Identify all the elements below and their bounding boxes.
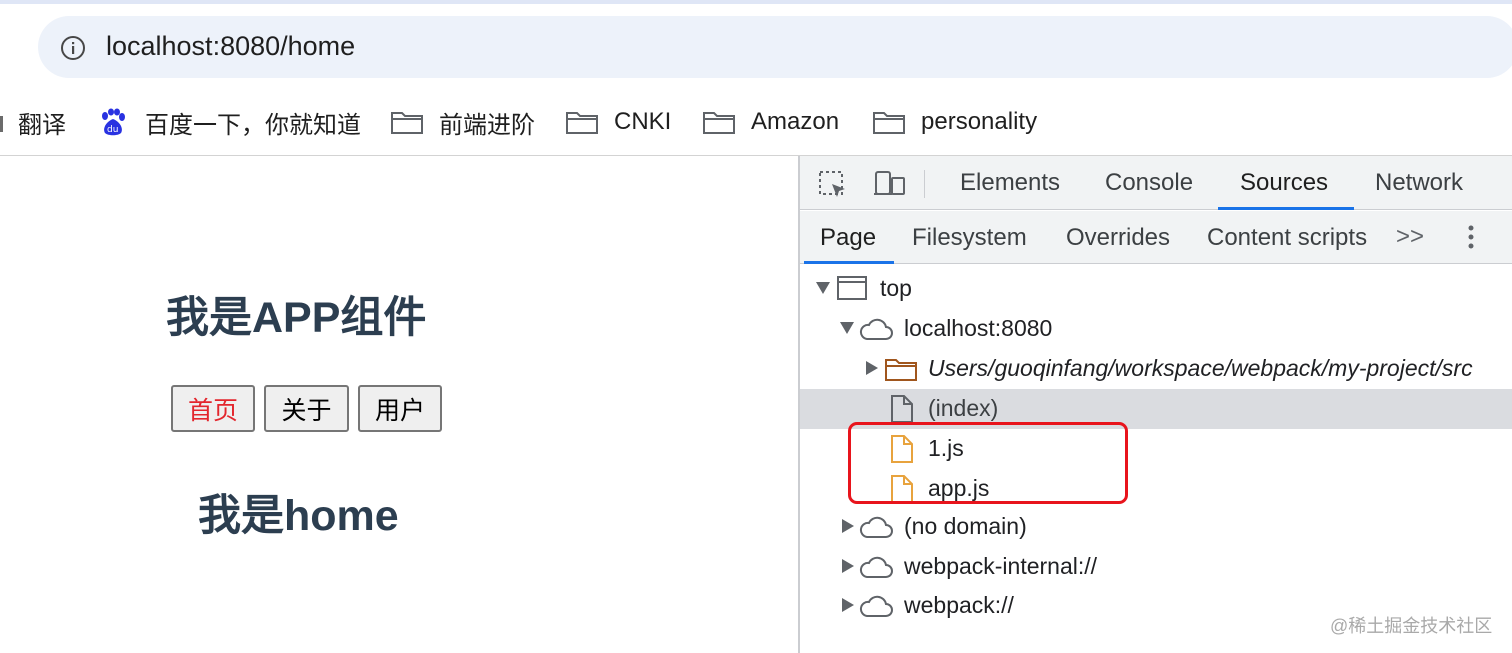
home-heading: 我是home <box>198 492 399 540</box>
tab-network[interactable]: Network <box>1375 156 1463 210</box>
inspect-element-icon[interactable] <box>818 170 848 200</box>
bookmark-label: Amazon <box>751 108 840 135</box>
bookmark-label: personality <box>921 108 1038 135</box>
bookmark-label: CNKI <box>614 108 672 135</box>
tree-item-webpack-internal[interactable]: webpack-internal:// <box>800 547 1512 587</box>
bookmark-label: 百度一下，你就知道 <box>145 111 361 139</box>
tab-filesystem[interactable]: Filesystem <box>912 211 1027 264</box>
tab-sources[interactable]: Sources <box>1240 156 1328 210</box>
info-icon[interactable] <box>60 35 86 61</box>
tree-label: webpack:// <box>904 592 1014 618</box>
watermark: @稀土掘金技术社区 <box>1330 616 1493 636</box>
tree-label: (index) <box>928 395 999 421</box>
frame-icon <box>837 276 867 300</box>
expanded-arrow-icon[interactable] <box>816 282 830 294</box>
device-toolbar-icon[interactable] <box>872 170 906 198</box>
active-tab-indicator <box>1218 207 1354 210</box>
url-text[interactable]: localhost:8080/home <box>106 31 355 62</box>
bookmark-amazon[interactable]: Amazon <box>702 100 839 144</box>
baidu-paw-icon: du <box>102 108 125 136</box>
bookmark-label: 前端进阶 <box>439 111 535 139</box>
cloud-icon <box>859 516 893 538</box>
collapsed-arrow-icon[interactable] <box>842 519 854 533</box>
tab-console[interactable]: Console <box>1105 156 1193 210</box>
tab-elements[interactable]: Elements <box>960 156 1060 210</box>
cloud-icon <box>859 556 893 578</box>
sources-navigator-tabs: Page Filesystem Overrides Content script… <box>800 211 1512 264</box>
folder-icon <box>703 112 735 134</box>
cloud-icon <box>859 318 893 340</box>
tree-item-top[interactable]: top <box>800 269 1512 309</box>
page-title: 我是APP组件 <box>166 294 427 342</box>
bookmark-frontend[interactable]: 前端进阶 <box>390 100 535 144</box>
nav-button-about[interactable]: 关于 <box>264 385 349 432</box>
window-top-strip <box>0 0 1512 4</box>
bookmark-translate[interactable]: 翻译 <box>18 100 66 144</box>
tree-item-src-folder[interactable]: Users/guoqinfang/workspace/webpack/my-pr… <box>800 349 1512 389</box>
collapsed-arrow-icon[interactable] <box>842 559 854 573</box>
tree-item-localhost[interactable]: localhost:8080 <box>800 309 1512 349</box>
collapsed-arrow-icon[interactable] <box>866 361 878 375</box>
tree-label: webpack-internal:// <box>904 553 1098 579</box>
svg-text:du: du <box>107 125 118 135</box>
toolbar-separator <box>924 170 925 198</box>
active-sources-tab-indicator <box>804 261 894 264</box>
tab-page[interactable]: Page <box>820 211 876 264</box>
devtools-panel: Elements Console Sources Network Page Fi… <box>798 156 1512 653</box>
folder-icon <box>391 112 423 134</box>
more-tabs-button[interactable]: >> <box>1396 223 1424 251</box>
bookmark-personality[interactable]: personality <box>872 100 1037 144</box>
devtools-toolbar: Elements Console Sources Network <box>800 156 1512 210</box>
tree-item-no-domain[interactable]: (no domain) <box>800 507 1512 547</box>
tree-label: top <box>880 275 912 301</box>
bookmark-cnki[interactable]: CNKI <box>565 100 671 144</box>
expanded-arrow-icon[interactable] <box>840 322 854 334</box>
file-icon <box>891 395 913 423</box>
tree-label: Users/guoqinfang/workspace/webpack/my-pr… <box>928 355 1473 381</box>
bookmarks-bar: 翻译 du 百度一下，你就知道 前端进阶 CNKI Amazon persona… <box>0 100 1512 144</box>
tree-label: (no domain) <box>904 513 1027 539</box>
cloud-icon <box>859 595 893 617</box>
collapsed-arrow-icon[interactable] <box>842 598 854 612</box>
folder-icon <box>873 112 905 134</box>
nav-button-home[interactable]: 首页 <box>171 385 255 432</box>
tree-label: localhost:8080 <box>904 315 1053 341</box>
folder-icon <box>885 359 917 381</box>
bookmark-baidu[interactable]: du 百度一下，你就知道 <box>98 100 361 144</box>
tab-content-scripts[interactable]: Content scripts <box>1207 211 1367 264</box>
nav-button-user[interactable]: 用户 <box>358 385 442 432</box>
bookmark-label: 翻译 <box>18 111 66 139</box>
folder-icon <box>566 112 598 134</box>
more-options-icon[interactable] <box>1466 223 1476 253</box>
red-highlight-annotation <box>848 422 1128 504</box>
tab-overrides[interactable]: Overrides <box>1066 211 1170 264</box>
